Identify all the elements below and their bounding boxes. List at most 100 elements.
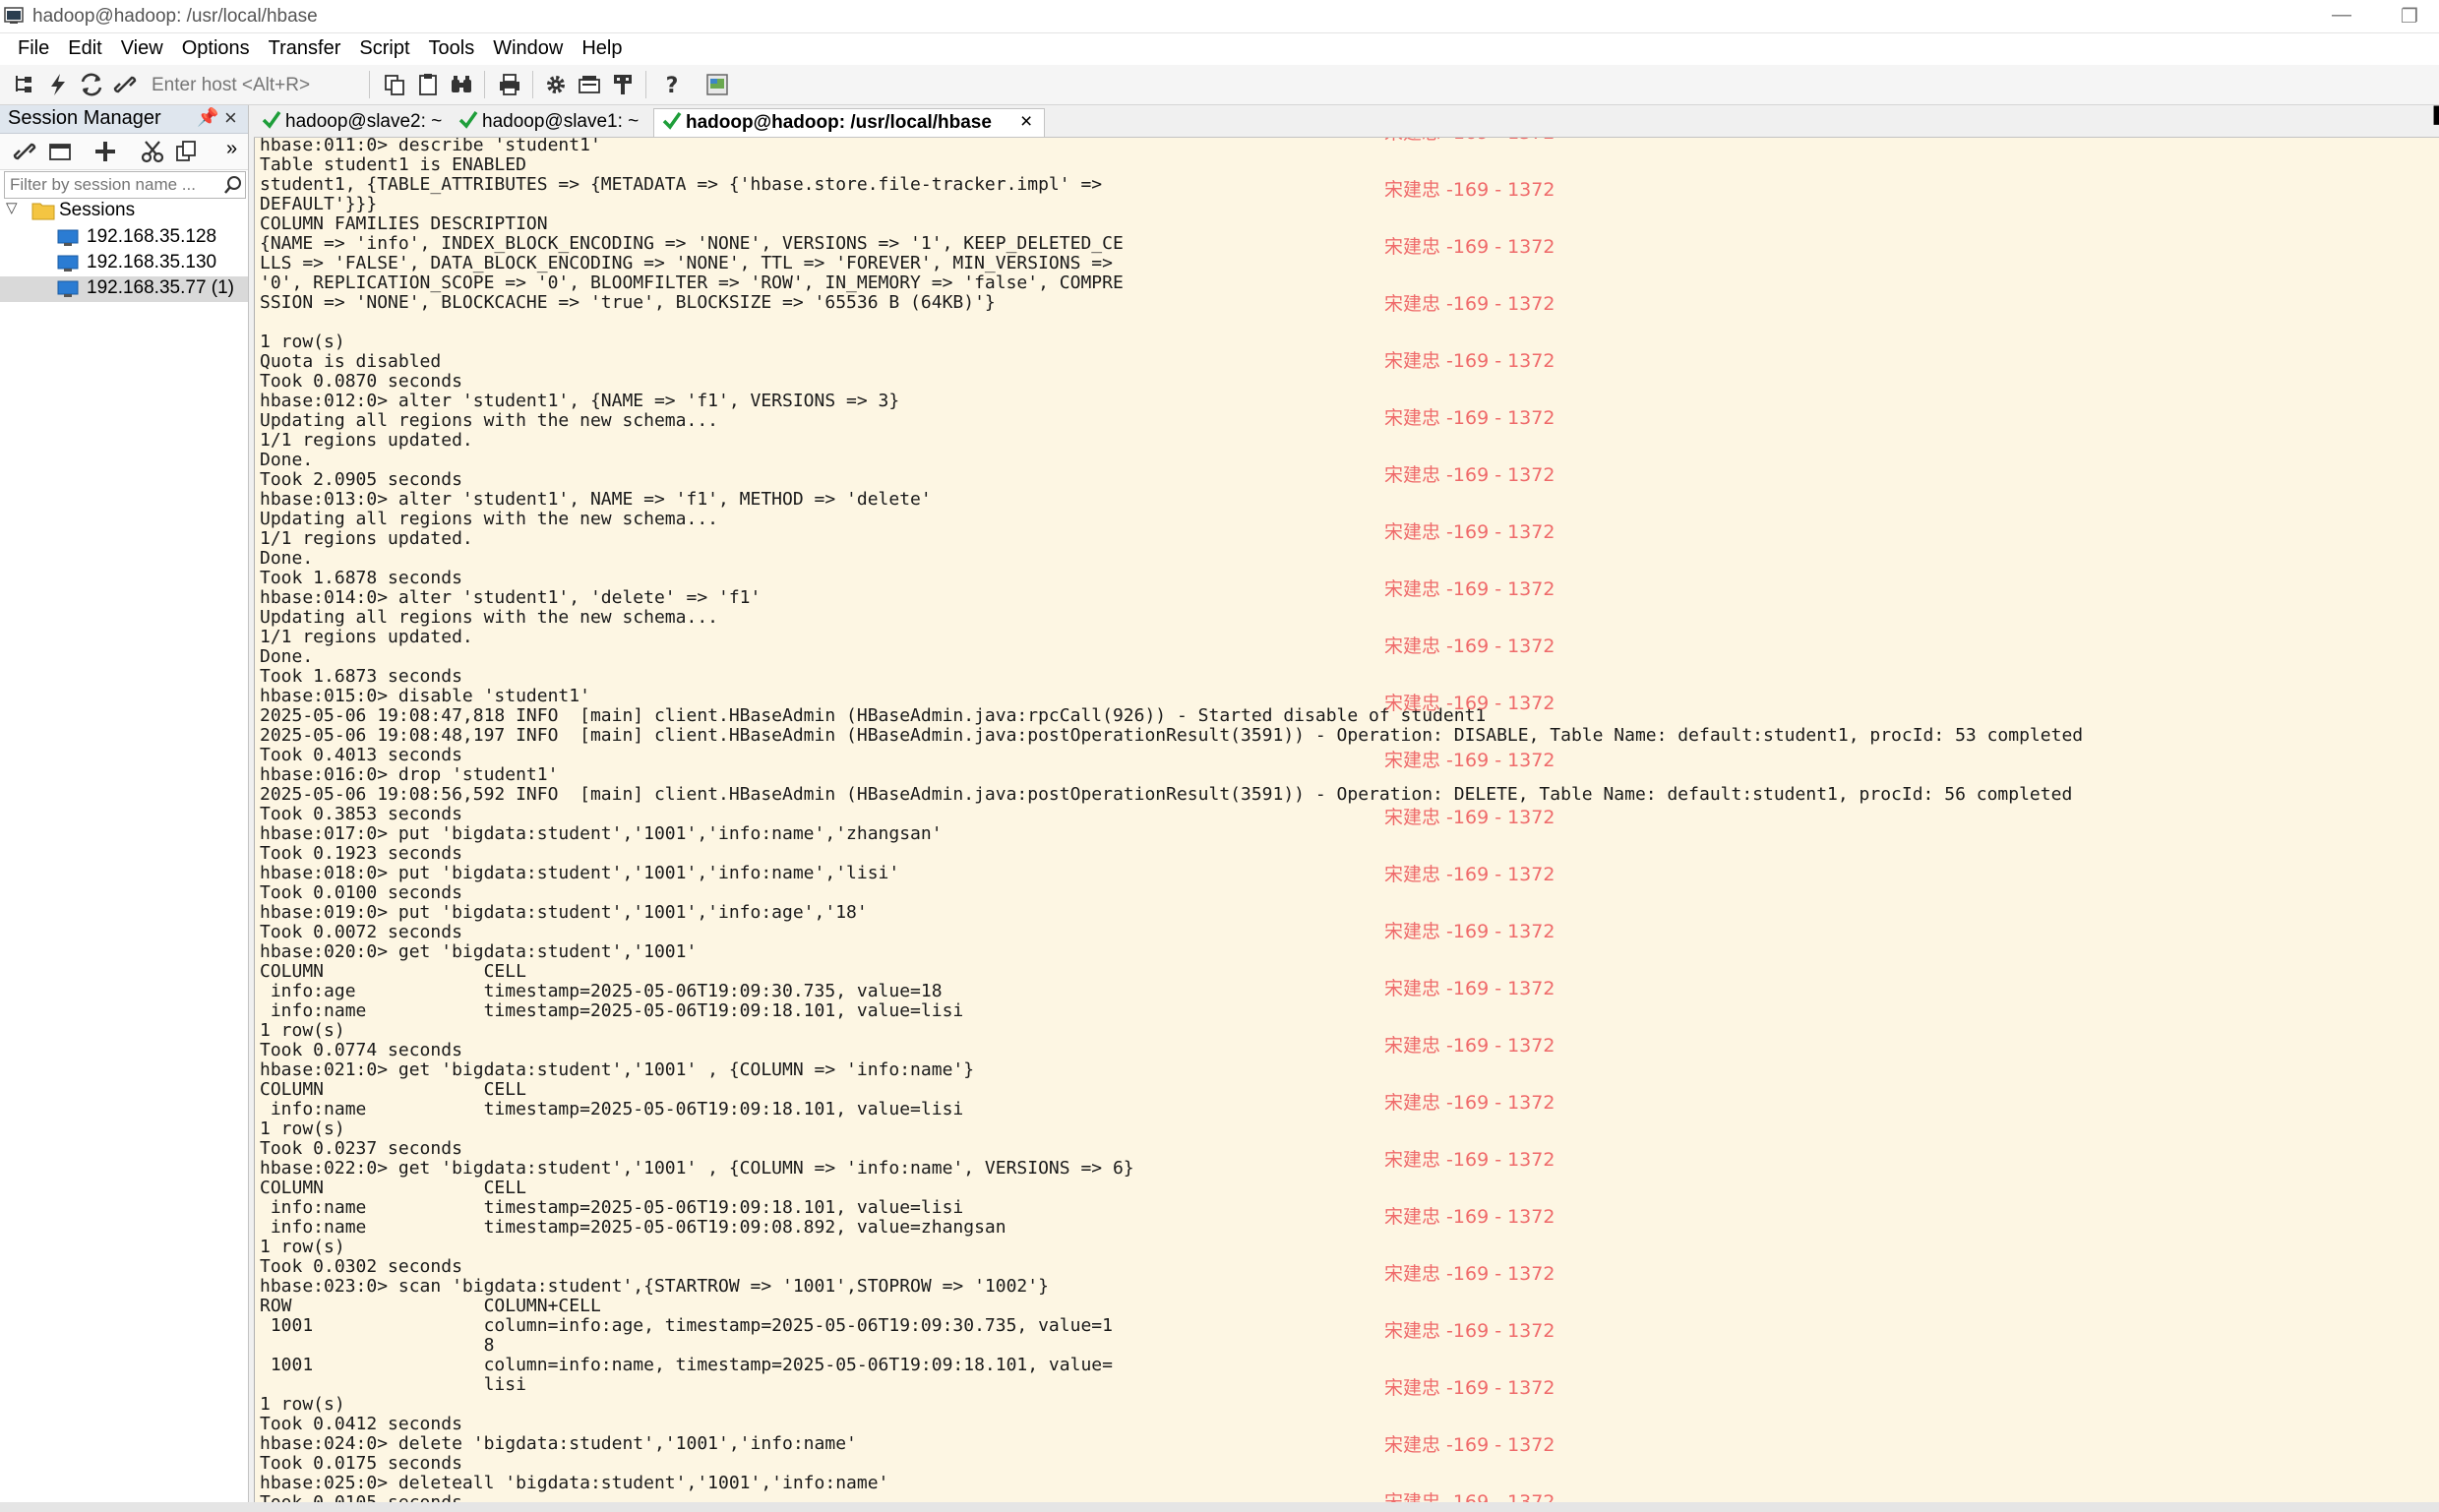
watermark-text: 宋建忠 -169 - 1372 — [1384, 635, 1555, 657]
terminal-output[interactable]: hbase:011:0> describe 'student1' Table s… — [254, 138, 2439, 1502]
session-item[interactable]: 192.168.35.128 — [0, 225, 248, 251]
watermark-text: 宋建忠 -169 - 1372 — [1384, 521, 1555, 543]
session-filter-input[interactable] — [8, 174, 218, 196]
folder-icon — [31, 203, 55, 220]
watermark-text: 宋建忠 -169 - 1372 — [1384, 1092, 1555, 1114]
menu-bar: File Edit View Options Transfer Script Tools Wi… — [0, 33, 2439, 65]
copy-icon[interactable] — [382, 72, 407, 97]
menu-file[interactable]: File — [0, 33, 57, 60]
watermark-text: 宋建忠 -169 - 1372 — [1384, 464, 1555, 486]
watermark-text: 宋建忠 -169 - 1372 — [1384, 350, 1555, 372]
link-icon[interactable] — [12, 139, 37, 164]
watermark-text: 宋建忠 -169 - 1372 — [1384, 293, 1555, 315]
menu-transfer[interactable]: Transfer — [258, 33, 349, 60]
watermark-text: 宋建忠 -169 - 1372 — [1384, 578, 1555, 600]
tab-label: hadoop@hadoop: /usr/local/hbase — [686, 112, 992, 133]
connected-check-icon — [262, 110, 281, 129]
tab-slave2[interactable]: hadoop@slave2: ~ — [254, 108, 451, 136]
watermark-text: 宋建忠 -169 - 1372 — [1384, 1149, 1555, 1171]
session-manager-title: Session Manager — [8, 107, 161, 129]
search-icon[interactable] — [223, 175, 243, 195]
minimize-button[interactable]: — — [2332, 4, 2351, 27]
settings-gear-icon[interactable] — [543, 72, 569, 97]
svg-text:?: ? — [666, 74, 679, 97]
watermark-text: 宋建忠 -169 - 1372 — [1384, 693, 1555, 714]
pin-icon[interactable]: 📌 — [197, 107, 218, 128]
tab-overflow-icon[interactable]: ▐ — [2428, 107, 2439, 125]
tab-slave1[interactable]: hadoop@slave1: ~ — [451, 108, 651, 136]
print-icon[interactable] — [497, 72, 522, 97]
monitor-icon — [57, 280, 79, 297]
sessions-folder[interactable]: ▽ Sessions — [0, 199, 248, 224]
menu-window[interactable]: Window — [482, 33, 571, 60]
cut-icon[interactable] — [140, 139, 165, 164]
close-icon[interactable]: × — [224, 105, 237, 131]
session-tab-strip: hadoop@slave2: ~ hadoop@slave1: ~ hadoop… — [254, 105, 2439, 138]
watermark-text: 宋建忠 -169 - 1372 — [1384, 807, 1555, 828]
watermark-text: 宋建忠 -169 - 1372 — [1384, 750, 1555, 771]
paste-icon[interactable] — [415, 72, 441, 97]
watermark-text: 宋建忠 -169 - 1372 — [1384, 1263, 1555, 1285]
connect-tab-icon[interactable] — [47, 139, 73, 164]
sessions-folder-label: Sessions — [59, 200, 136, 220]
watermark-text: 宋建忠 -169 - 1372 — [1384, 138, 1555, 145]
session-options-icon[interactable] — [577, 72, 602, 97]
watermark-text: 宋建忠 -169 - 1372 — [1384, 1434, 1555, 1456]
session-manager-panel: Session Manager 📌 × » ▽ — [0, 105, 249, 1502]
terminal-text: hbase:011:0> describe 'student1' Table s… — [260, 138, 2084, 1502]
window-title: hadoop@hadoop: /usr/local/hbase — [32, 6, 318, 27]
watermark-text: 宋建忠 -169 - 1372 — [1384, 864, 1555, 885]
toolbar: ? — [0, 65, 2439, 105]
session-item-label: 192.168.35.130 — [87, 252, 217, 272]
sftp-icon[interactable] — [704, 72, 730, 97]
connect-tree-icon[interactable] — [12, 72, 37, 97]
monitor-icon — [57, 255, 79, 272]
toolbar-separator — [645, 71, 646, 98]
tab-label: hadoop@slave2: ~ — [285, 111, 443, 132]
watermark-text: 宋建忠 -169 - 1372 — [1384, 1320, 1555, 1342]
restore-button[interactable]: ❐ — [2401, 4, 2418, 29]
session-manager-toolbar: » — [0, 134, 248, 170]
watermark-text: 宋建忠 -169 - 1372 — [1384, 1206, 1555, 1228]
reconnect-icon[interactable] — [79, 72, 104, 97]
chevron-down-icon[interactable]: ▽ — [6, 199, 18, 216]
watermark-text: 宋建忠 -169 - 1372 — [1384, 179, 1555, 201]
host-input[interactable] — [150, 72, 365, 99]
menu-help[interactable]: Help — [571, 33, 630, 60]
watermark-text: 宋建忠 -169 - 1372 — [1384, 921, 1555, 942]
overflow-chevron-icon[interactable]: » — [226, 138, 237, 160]
menu-options[interactable]: Options — [171, 33, 258, 60]
toolbar-separator — [532, 71, 533, 98]
session-item-label: 192.168.35.77 (1) — [87, 277, 235, 298]
status-bar — [0, 1502, 2439, 1512]
session-item-selected[interactable]: 192.168.35.77 (1) — [0, 276, 248, 302]
find-icon[interactable] — [449, 72, 474, 97]
title-bar: hadoop@hadoop: /usr/local/hbase — ❐ — [0, 0, 2439, 33]
watermark-text: 宋建忠 -169 - 1372 — [1384, 236, 1555, 258]
toolbar-separator — [369, 71, 370, 98]
watermark-text: 宋建忠 -169 - 1372 — [1384, 978, 1555, 999]
menu-script[interactable]: Script — [348, 33, 417, 60]
tab-hadoop-active[interactable]: hadoop@hadoop: /usr/local/hbase × — [653, 108, 1045, 137]
quick-connect-icon[interactable] — [45, 72, 71, 97]
tab-label: hadoop@slave1: ~ — [482, 111, 640, 132]
help-icon[interactable]: ? — [659, 72, 685, 97]
watermark-text: 宋建忠 -169 - 1372 — [1384, 1491, 1555, 1502]
watermark-text: 宋建忠 -169 - 1372 — [1384, 1035, 1555, 1057]
disconnect-icon[interactable] — [112, 72, 138, 97]
close-tab-icon[interactable]: × — [1020, 110, 1032, 134]
session-item-label: 192.168.35.128 — [87, 226, 217, 247]
add-session-icon[interactable] — [92, 139, 118, 164]
duplicate-icon[interactable] — [173, 139, 199, 164]
menu-view[interactable]: View — [110, 33, 171, 60]
securecrt-app-icon — [4, 7, 24, 24]
watermark-text: 宋建忠 -169 - 1372 — [1384, 407, 1555, 429]
menu-edit[interactable]: Edit — [57, 33, 109, 60]
keymap-icon[interactable] — [610, 72, 636, 97]
session-manager-header: Session Manager 📌 × — [0, 105, 248, 134]
menu-tools[interactable]: Tools — [418, 33, 483, 60]
session-filter[interactable] — [4, 171, 246, 199]
toolbar-separator — [484, 71, 485, 98]
session-item[interactable]: 192.168.35.130 — [0, 251, 248, 276]
watermark-text: 宋建忠 -169 - 1372 — [1384, 1377, 1555, 1399]
